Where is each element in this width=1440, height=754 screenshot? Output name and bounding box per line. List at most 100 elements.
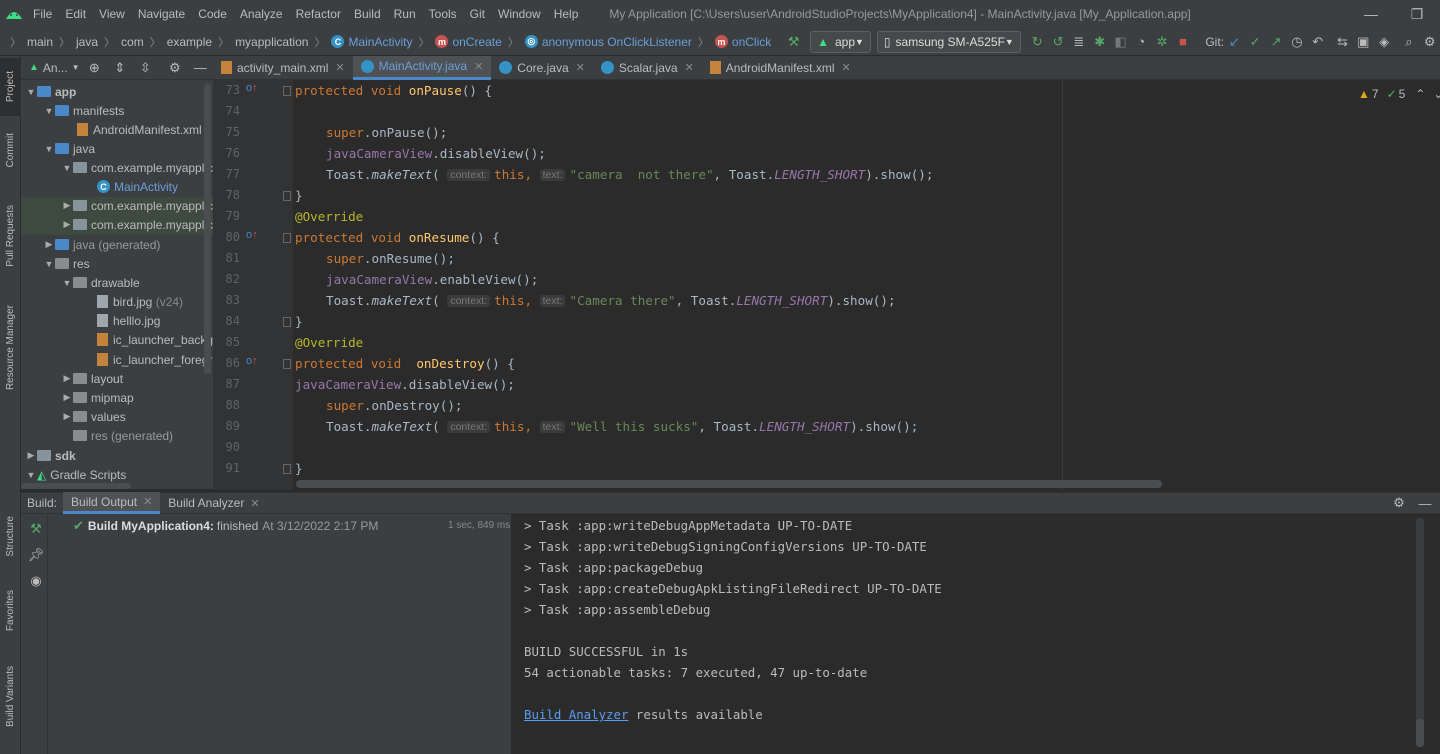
- tree-node-package[interactable]: ▶ com.example.myapplication: [61, 196, 213, 215]
- resource-manager-tool-tab[interactable]: Resource Manager: [0, 296, 21, 400]
- gear-icon[interactable]: ⚙: [1388, 492, 1410, 514]
- close-icon[interactable]: ✕: [250, 497, 259, 510]
- rollback-icon[interactable]: ↶: [1309, 31, 1326, 53]
- menu-refactor[interactable]: Refactor: [296, 7, 341, 21]
- rebuild-hammer-icon[interactable]: ⚒: [25, 518, 47, 540]
- tree-node-res-generated[interactable]: res (generated): [61, 426, 173, 445]
- tree-node-drawable[interactable]: ▼ drawable: [61, 273, 140, 292]
- fold-marker-icon[interactable]: [283, 191, 291, 201]
- apply-changes-restart-icon[interactable]: ↻: [1029, 31, 1046, 53]
- git-commit-icon[interactable]: ✓: [1247, 31, 1264, 53]
- breadcrumb-mainactivity[interactable]: C MainActivity: [331, 35, 412, 49]
- menu-edit[interactable]: Edit: [65, 7, 86, 21]
- make-project-hammer-icon[interactable]: ⚒: [785, 31, 802, 53]
- fold-marker-icon[interactable]: [283, 359, 291, 369]
- menu-build[interactable]: Build: [354, 7, 381, 21]
- menu-window[interactable]: Window: [498, 7, 541, 21]
- attach-debugger-icon[interactable]: ✲: [1154, 31, 1171, 53]
- tree-node-launcher-fg[interactable]: ic_launcher_foreground: [97, 350, 213, 369]
- tree-node-gradle-scripts[interactable]: ▼ ◭ Gradle Scripts: [25, 465, 127, 484]
- close-icon[interactable]: ✕: [842, 61, 851, 74]
- menu-analyze[interactable]: Analyze: [240, 7, 283, 21]
- menu-git[interactable]: Git: [470, 7, 485, 21]
- tree-node-mainactivity[interactable]: C MainActivity: [97, 177, 178, 196]
- locate-file-icon[interactable]: ⊕: [84, 57, 106, 79]
- breadcrumb-example[interactable]: example: [167, 35, 212, 49]
- fold-marker-icon[interactable]: [283, 464, 291, 474]
- code-editor[interactable]: protected void onPause() { super .onPause…: [293, 80, 1440, 490]
- pull-requests-tool-tab[interactable]: Pull Requests: [0, 196, 21, 276]
- tree-node-sdk[interactable]: ▶ sdk: [25, 446, 76, 465]
- project-view-select[interactable]: An...: [43, 61, 68, 75]
- tab-androidmanifest-xml[interactable]: AndroidManifest.xml ✕: [702, 56, 859, 80]
- commit-tool-tab[interactable]: Commit: [0, 122, 21, 178]
- console-scrollbar[interactable]: [1416, 719, 1424, 747]
- breadcrumb-com[interactable]: com: [121, 35, 144, 49]
- tree-node-package[interactable]: ▼ com.example.myapplication: [61, 158, 213, 177]
- menu-view[interactable]: View: [99, 7, 125, 21]
- git-update-icon[interactable]: ↙: [1226, 31, 1243, 53]
- tree-node-manifests[interactable]: ▼ manifests: [43, 101, 125, 120]
- menu-run[interactable]: Run: [394, 7, 416, 21]
- project-tool-tab[interactable]: Project: [0, 58, 21, 116]
- tree-node-package[interactable]: ▶ com.example.myapplication: [61, 215, 213, 234]
- debug-icon[interactable]: ✱: [1091, 31, 1108, 53]
- override-method-icon[interactable]: o↑: [246, 82, 258, 94]
- favorites-tool-tab[interactable]: Favorites: [0, 581, 21, 641]
- breadcrumb-myapplication[interactable]: myapplication: [235, 35, 308, 49]
- hide-panel-icon[interactable]: —: [190, 57, 212, 79]
- coverage-icon[interactable]: ◧: [1112, 31, 1129, 53]
- tab-activity-main-xml[interactable]: activity_main.xml ✕: [213, 56, 353, 80]
- project-tree-hscrollbar[interactable]: [21, 483, 131, 489]
- breadcrumb-java[interactable]: java: [76, 35, 98, 49]
- tree-node-helllo[interactable]: helllo.jpg: [97, 311, 160, 330]
- expand-all-icon[interactable]: ⇕: [109, 57, 131, 79]
- profile-icon[interactable]: ◔: [1133, 31, 1150, 53]
- tree-node-values[interactable]: ▶ values: [61, 407, 126, 426]
- menu-help[interactable]: Help: [554, 7, 579, 21]
- build-status-row[interactable]: ✔ Build MyApplication4: finished At 3/12…: [73, 518, 378, 534]
- tree-node-launcher-bg[interactable]: ic_launcher_background: [97, 330, 213, 349]
- breadcrumb-oncreate[interactable]: m onCreate: [435, 35, 502, 49]
- sdk-manager-icon[interactable]: ◈: [1376, 31, 1393, 53]
- tab-build-output[interactable]: Build Output ✕: [63, 492, 161, 514]
- tree-node-manifest-file[interactable]: AndroidManifest.xml: [77, 120, 202, 139]
- collapse-all-icon[interactable]: ⇳: [135, 57, 157, 79]
- chevron-up-icon[interactable]: ⌃: [1415, 87, 1425, 101]
- device-select[interactable]: ▯ samsung SM-A525F ▼: [876, 30, 1021, 53]
- fold-marker-icon[interactable]: [283, 86, 291, 96]
- project-tree-scrollbar[interactable]: [204, 84, 211, 374]
- minimize-button[interactable]: —: [1348, 0, 1394, 28]
- tab-core-java[interactable]: Core.java ✕: [491, 56, 593, 80]
- eye-icon[interactable]: ◉: [25, 570, 47, 592]
- override-method-icon[interactable]: o↑: [246, 229, 258, 241]
- logcat-icon[interactable]: ≣: [1070, 31, 1087, 53]
- fold-marker-icon[interactable]: [283, 233, 291, 243]
- tab-scalar-java[interactable]: Scalar.java ✕: [593, 56, 702, 80]
- git-push-icon[interactable]: ↗: [1268, 31, 1285, 53]
- structure-tool-tab[interactable]: Structure: [0, 506, 21, 566]
- tree-node-bird[interactable]: bird.jpg (v24): [97, 292, 183, 311]
- tree-node-app[interactable]: ▼ app: [25, 82, 77, 101]
- stop-icon[interactable]: ■: [1175, 31, 1192, 53]
- chevron-down-icon[interactable]: ⌄: [1433, 87, 1440, 101]
- tree-node-mipmap[interactable]: ▶ mipmap: [61, 388, 134, 407]
- gradle-sync-icon[interactable]: ⇆: [1334, 31, 1351, 53]
- settings-icon[interactable]: ⚙: [1421, 31, 1438, 53]
- fold-marker-icon[interactable]: [283, 317, 291, 327]
- build-analyzer-link[interactable]: Build Analyzer: [524, 707, 628, 722]
- close-icon[interactable]: ✕: [474, 60, 483, 73]
- breadcrumb-onclick[interactable]: m onClick: [714, 35, 771, 49]
- close-icon[interactable]: ✕: [143, 495, 152, 508]
- build-console[interactable]: > Task :app:writeDebugAppMetadata UP-TO-…: [512, 514, 1440, 754]
- search-icon[interactable]: ⌕: [1401, 31, 1418, 53]
- breadcrumb-main[interactable]: main: [27, 35, 53, 49]
- menu-tools[interactable]: Tools: [429, 7, 457, 21]
- tab-build-analyzer[interactable]: Build Analyzer ✕: [160, 492, 267, 514]
- pin-icon[interactable]: 📌︎: [25, 544, 47, 566]
- build-variants-tool-tab[interactable]: Build Variants: [0, 656, 21, 736]
- restore-button[interactable]: ❐: [1394, 0, 1440, 28]
- inspection-widget[interactable]: ▲ 7 ✓ 5 ⌃ ⌄: [1358, 87, 1440, 101]
- menu-file[interactable]: File: [33, 7, 52, 21]
- device-manager-icon[interactable]: ▣: [1355, 31, 1372, 53]
